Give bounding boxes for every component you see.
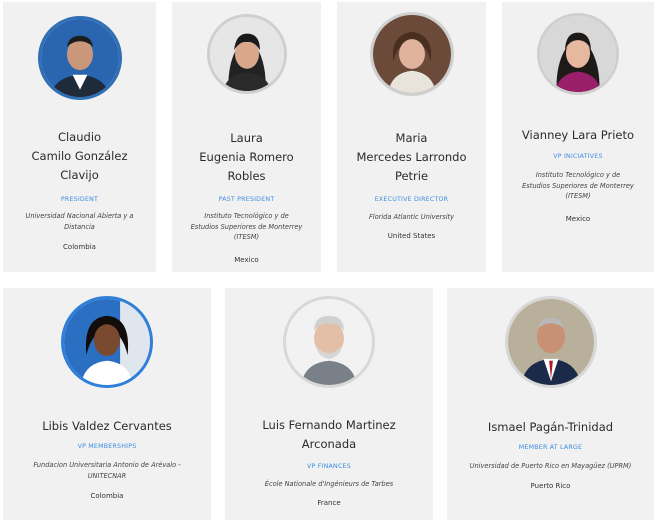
member-role: EXECUTIVE DIRECTOR xyxy=(374,196,449,203)
member-country: Puerto Rico xyxy=(530,482,571,490)
member-institution-line: Distancia xyxy=(64,222,95,231)
member-country: Mexico xyxy=(565,215,591,223)
member-role: MEMBER AT LARGE xyxy=(518,444,583,451)
person-photo-icon xyxy=(507,299,594,385)
member-role: VP INICIATIVES xyxy=(553,153,603,160)
member-institution-line: (ITESM) xyxy=(233,233,260,241)
member-institution-line: Fundacion Universitaria Antonio de Aréva… xyxy=(33,461,181,469)
member-country: United States xyxy=(387,232,436,240)
member-role: PRESIDENT xyxy=(60,196,99,203)
member-institution-line: Estudios Superiores de Monterrey xyxy=(190,222,303,231)
member-name-line: Arconada xyxy=(301,437,357,451)
avatar-libis-valdez xyxy=(61,296,153,388)
member-name-line: Clavijo xyxy=(60,168,99,182)
member-card-maria-larrondo: Maria Mercedes Larrondo Petrie EXECUTIVE… xyxy=(337,2,486,272)
member-role: VP FINANCES xyxy=(307,463,351,470)
member-name-line: Ismael Pagán-Trinidad xyxy=(487,420,614,434)
member-institution-line: Florida Atlantic University xyxy=(368,213,455,221)
avatar-claudio-gonzalez xyxy=(37,16,122,100)
member-country: France xyxy=(317,499,341,507)
member-role: PAST PRESIDENT xyxy=(218,196,275,203)
member-card-libis-valdez: Libis Valdez Cervantes VP MEMBERSHIPS Fu… xyxy=(3,288,211,520)
person-photo-icon xyxy=(40,19,119,97)
member-name-line: Libis Valdez Cervantes xyxy=(42,419,172,433)
member-institution-line: Universidad Nacional Abierta y a xyxy=(25,212,134,220)
member-card-vianney-lara: Vianney Lara Prieto VP INICIATIVES Insti… xyxy=(502,2,654,272)
person-photo-icon xyxy=(64,299,150,385)
avatar-maria-larrondo xyxy=(369,12,454,96)
member-institution-line: (ITESM) xyxy=(565,192,591,200)
member-country: Colombia xyxy=(90,492,124,500)
member-name-line: Luis Fernando Martinez xyxy=(262,418,396,432)
member-institution-line: Instituto Tecnológico y de xyxy=(535,171,621,179)
member-institution-line: Universidad de Puerto Rico en Mayagüez (… xyxy=(469,462,632,470)
member-country: Mexico xyxy=(234,256,259,264)
avatar-vianney-lara xyxy=(537,13,619,95)
avatar-luis-martinez xyxy=(283,296,375,388)
member-name-line: Vianney Lara Prieto xyxy=(521,128,635,142)
member-name-line: Eugenia Romero xyxy=(199,150,294,164)
avatar-ismael-pagan xyxy=(504,296,597,388)
member-name-line: Robles xyxy=(227,169,266,183)
person-photo-icon xyxy=(209,17,284,91)
member-name-line: Camilo González xyxy=(31,149,128,163)
member-card-claudio-gonzalez: Claudio Camilo González Clavijo PRESIDEN… xyxy=(3,2,156,272)
member-country: Colombia xyxy=(63,243,96,251)
member-role: VP MEMBERSHIPS xyxy=(77,443,137,450)
member-name-line: Petrie xyxy=(394,169,429,183)
member-institution-line: Estudios Superiores de Monterrey xyxy=(522,181,634,190)
person-photo-icon xyxy=(286,299,372,385)
member-institution-line: UNITECNAR xyxy=(87,471,127,480)
member-name-line: Claudio xyxy=(57,130,102,144)
member-card-luis-martinez: Luis Fernando Martinez Arconada VP FINAN… xyxy=(225,288,433,520)
member-name-line: Laura xyxy=(230,131,263,145)
member-institution-line: Instituto Tecnológico y de xyxy=(204,212,289,220)
person-photo-icon xyxy=(372,15,451,93)
member-card-ismael-pagan: Ismael Pagán-Trinidad MEMBER AT LARGE Un… xyxy=(447,288,654,520)
person-photo-icon xyxy=(540,16,616,92)
member-name-line: Mercedes Larrondo xyxy=(356,150,467,164)
avatar-laura-romero xyxy=(206,14,287,94)
member-institution-line: École Nationale d'Ingénieurs de Tarbes xyxy=(264,480,394,488)
member-card-laura-romero: Laura Eugenia Romero Robles PAST PRESIDE… xyxy=(172,2,321,272)
member-name-line: Maria xyxy=(395,131,428,145)
